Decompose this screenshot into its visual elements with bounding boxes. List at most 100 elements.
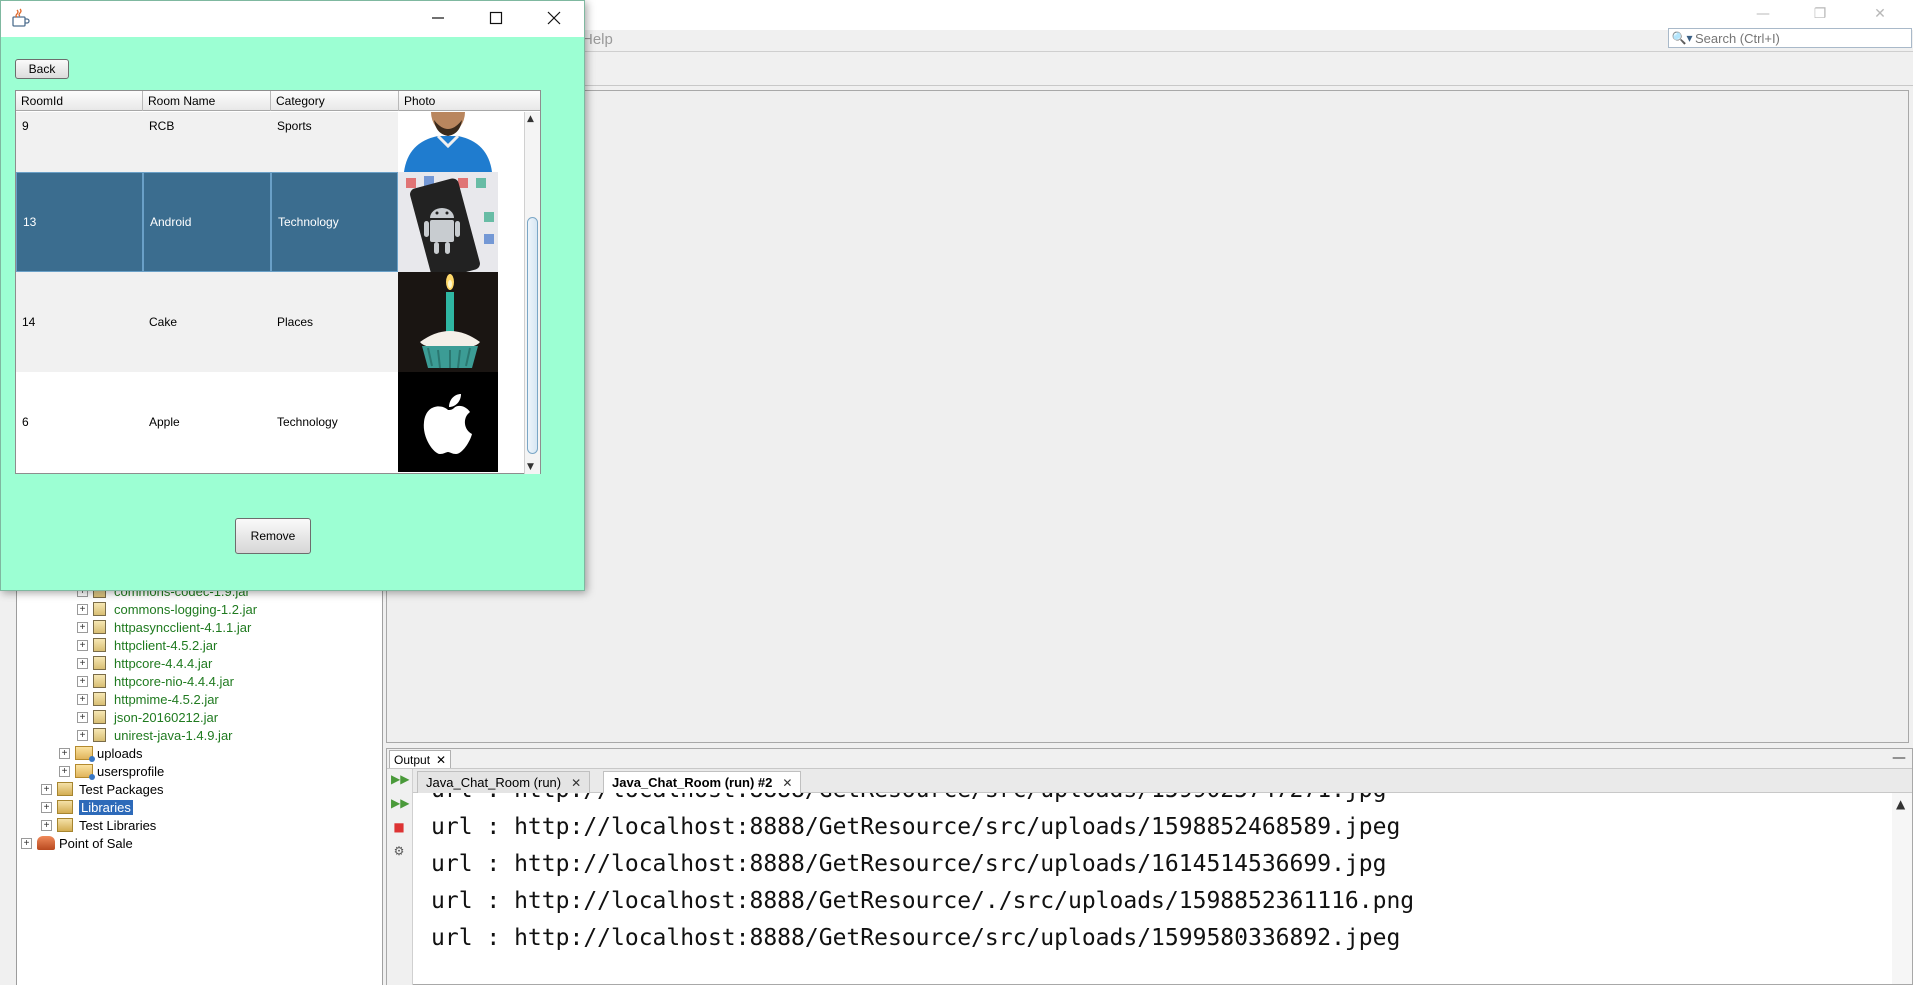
close-icon[interactable]: ✕ [782, 776, 792, 790]
room-dialog: Back RoomId Room Name Category Photo 9 R… [0, 0, 585, 591]
table-body: 9 RCB Sports 13 Android Technology 14 Ca… [16, 112, 526, 474]
tree-item-jar[interactable]: + httpcore-4.4.4.jar [77, 654, 212, 672]
scroll-down-icon[interactable]: ▼ [527, 462, 534, 472]
expand-icon[interactable]: + [21, 837, 32, 849]
settings-icon[interactable]: ⚙ [391, 843, 407, 859]
jar-label: json-20160212.jar [114, 709, 219, 725]
column-header-roomid[interactable]: RoomId [16, 91, 143, 111]
ide-search-box[interactable]: 🔍▾ [1668, 28, 1912, 48]
back-button[interactable]: Back [15, 59, 69, 79]
close-icon[interactable]: ✕ [571, 776, 581, 790]
project-icon [37, 836, 55, 850]
table-row[interactable]: 14 Cake Places [16, 272, 498, 372]
folder-icon [75, 746, 95, 762]
maximize-icon [489, 11, 503, 25]
jar-icon [93, 638, 106, 652]
dialog-maximize-button[interactable] [467, 1, 525, 35]
column-header-photo[interactable]: Photo [399, 91, 526, 111]
minimize-icon: — [1756, 6, 1770, 22]
expand-icon[interactable]: + [77, 603, 88, 615]
restore-icon: ❐ [1813, 6, 1827, 22]
table-row[interactable]: 9 RCB Sports [16, 112, 498, 172]
jar-icon [93, 692, 106, 706]
tree-folder-uploads[interactable]: + uploads [59, 744, 143, 762]
output-title: Output [394, 752, 431, 767]
rooms-table: RoomId Room Name Category Photo 9 RCB Sp… [15, 90, 541, 474]
scroll-up-icon[interactable]: ▲ [527, 114, 534, 124]
table-header: RoomId Room Name Category Photo [16, 91, 526, 111]
jar-label: httpmime-4.5.2.jar [114, 691, 219, 707]
tree-project-point-of-sale[interactable]: + Point of Sale [21, 834, 133, 852]
column-header-room-name[interactable]: Room Name [143, 91, 271, 111]
dialog-close-button[interactable] [525, 1, 583, 35]
tab-run-2[interactable]: Java_Chat_Room (run) #2 ✕ [603, 771, 802, 793]
rerun-icon[interactable]: ▶▶ [391, 771, 409, 787]
expand-icon[interactable]: + [77, 621, 88, 633]
close-icon: ✕ [1874, 6, 1886, 22]
tree-item-jar[interactable]: + json-20160212.jar [77, 708, 218, 726]
output-tab[interactable]: Output ✕ [389, 750, 452, 768]
expand-icon[interactable]: + [77, 639, 88, 651]
minimize-icon[interactable]: — [1892, 750, 1906, 766]
expand-icon[interactable]: + [41, 819, 52, 831]
cell-category: Sports [277, 119, 312, 133]
stop-icon[interactable]: ■ [391, 819, 407, 835]
tree-item-jar[interactable]: + httpmime-4.5.2.jar [77, 690, 219, 708]
ide-search-input[interactable] [1695, 30, 1905, 46]
node-label: Libraries [79, 799, 133, 815]
jar-label: httpasyncclient-4.1.1.jar [114, 619, 252, 635]
expand-icon[interactable]: + [77, 711, 88, 723]
column-header-category[interactable]: Category [271, 91, 399, 111]
output-toolbar: ▶▶ ▶▶ ■ ⚙ [387, 769, 413, 985]
jar-label: httpclient-4.5.2.jar [114, 637, 218, 653]
expand-icon[interactable]: + [41, 783, 52, 795]
tree-item-jar[interactable]: + httpcore-nio-4.4.4.jar [77, 672, 234, 690]
tree-item-jar[interactable]: + httpasyncclient-4.1.1.jar [77, 618, 251, 636]
expand-icon[interactable]: + [41, 801, 52, 813]
table-row-selected[interactable]: 13 Android Technology [16, 172, 498, 272]
tree-test-libraries[interactable]: + Test Libraries [41, 816, 156, 834]
dialog-minimize-button[interactable] [409, 1, 467, 35]
expand-icon[interactable]: + [59, 765, 70, 777]
close-icon[interactable]: ✕ [436, 753, 446, 767]
output-scrollbar[interactable]: ▲ [1892, 793, 1912, 984]
remove-button[interactable]: Remove [235, 518, 311, 554]
search-icon[interactable]: 🔍▾ [1669, 31, 1695, 45]
menu-help[interactable]: Help [582, 31, 613, 48]
expand-icon[interactable]: + [59, 747, 70, 759]
scrollbar-thumb[interactable] [527, 217, 538, 454]
cell-roomid: 6 [22, 415, 29, 429]
minimize-icon [432, 17, 444, 19]
ide-close-button[interactable]: ✕ [1857, 2, 1903, 26]
tree-item-jar[interactable]: + commons-logging-1.2.jar [77, 600, 257, 618]
rerun-different-icon[interactable]: ▶▶ [391, 795, 409, 811]
expand-icon[interactable]: + [77, 693, 88, 705]
scroll-up-icon[interactable]: ▲ [1896, 797, 1905, 811]
tree-folder-usersprofile[interactable]: + usersprofile [59, 762, 164, 780]
jar-icon [93, 728, 106, 742]
jar-label: httpcore-4.4.4.jar [114, 655, 213, 671]
cell-room-name: Apple [149, 415, 180, 429]
jar-label: httpcore-nio-4.4.4.jar [114, 673, 234, 689]
tree-item-jar[interactable]: + unirest-java-1.4.9.jar [77, 726, 233, 744]
output-line: url : http://localhost:8888/GetResource/… [431, 888, 1415, 914]
tree-test-packages[interactable]: + Test Packages [41, 780, 164, 798]
table-row[interactable]: 6 Apple Technology [16, 372, 498, 472]
output-console[interactable]: url : http://localhost:8888/GetResource/… [413, 793, 1892, 984]
expand-icon[interactable]: + [77, 657, 88, 669]
tab-run-1[interactable]: Java_Chat_Room (run) ✕ [417, 771, 591, 793]
ide-restore-button[interactable]: ❐ [1797, 2, 1843, 26]
tree-libraries[interactable]: + Libraries [41, 798, 133, 816]
cell-category: Technology [277, 415, 338, 429]
expand-icon[interactable]: + [77, 675, 88, 687]
close-icon [547, 11, 561, 25]
output-line: url : http://localhost:8888/GetResource/… [431, 814, 1401, 840]
editor-area [386, 90, 1909, 743]
expand-icon[interactable]: + [77, 729, 88, 741]
tree-item-jar[interactable]: + httpclient-4.5.2.jar [77, 636, 217, 654]
table-scrollbar[interactable]: ▲ ▼ [524, 112, 540, 474]
ide-minimize-button[interactable]: — [1740, 2, 1786, 26]
cricket-player-photo [398, 112, 498, 172]
output-header: Output ✕ — [387, 749, 1912, 769]
folder-label: usersprofile [97, 763, 165, 779]
